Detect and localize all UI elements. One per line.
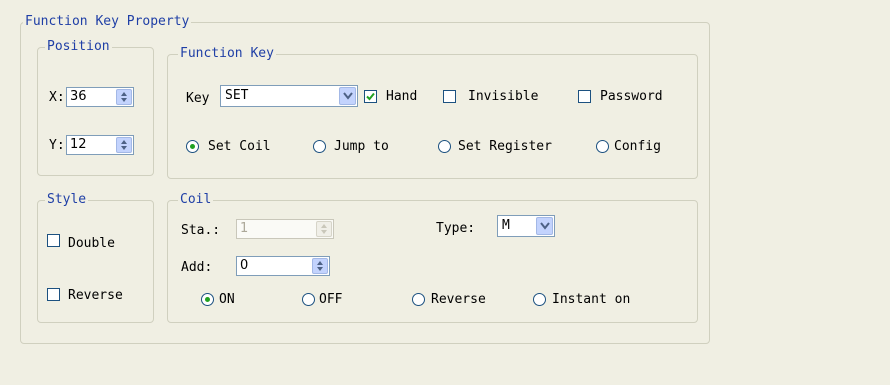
- type-select[interactable]: M: [497, 215, 555, 237]
- jump-to-label[interactable]: Jump to: [334, 139, 389, 155]
- y-label: Y:: [49, 138, 65, 153]
- coil-title: Coil: [180, 192, 212, 207]
- y-value[interactable]: 12: [70, 137, 87, 153]
- reverse-style-checkbox[interactable]: [47, 288, 60, 301]
- style-title: Style: [47, 192, 87, 207]
- hand-label[interactable]: Hand: [386, 89, 417, 105]
- key-select-value: SET: [225, 88, 249, 103]
- config-label[interactable]: Config: [614, 139, 661, 155]
- x-spinner-buttons[interactable]: [116, 89, 132, 105]
- x-label: X:: [49, 90, 65, 105]
- jump-to-radio[interactable]: [313, 140, 326, 153]
- add-value[interactable]: 0: [240, 258, 248, 274]
- key-label: Key: [186, 91, 210, 106]
- y-spinner-buttons[interactable]: [116, 137, 132, 153]
- on-radio[interactable]: [201, 293, 214, 306]
- sta-spinner-buttons: [316, 221, 332, 237]
- set-coil-label[interactable]: Set Coil: [208, 139, 271, 155]
- hand-checkbox[interactable]: [364, 90, 377, 103]
- set-coil-radio[interactable]: [186, 140, 199, 153]
- add-label: Add:: [181, 260, 213, 275]
- y-spinner[interactable]: 12: [66, 135, 134, 155]
- password-label[interactable]: Password: [600, 89, 663, 105]
- key-select-dropdown-icon[interactable]: [339, 87, 356, 105]
- set-register-label[interactable]: Set Register: [458, 139, 552, 155]
- double-label[interactable]: Double: [68, 236, 115, 252]
- add-spinner[interactable]: 0: [236, 256, 330, 276]
- invisible-label[interactable]: Invisible: [468, 89, 538, 105]
- instant-on-label[interactable]: Instant on: [552, 292, 630, 308]
- check-icon: [366, 92, 375, 101]
- x-value[interactable]: 36: [70, 89, 87, 105]
- sta-value: 1: [240, 221, 249, 236]
- config-radio[interactable]: [596, 140, 609, 153]
- reverse-style-label[interactable]: Reverse: [68, 288, 123, 304]
- sta-label: Sta.:: [181, 223, 221, 238]
- type-label: Type:: [436, 221, 476, 236]
- reverse-coil-label[interactable]: Reverse: [431, 292, 486, 308]
- type-select-value: M: [502, 218, 510, 233]
- type-select-dropdown-icon[interactable]: [536, 217, 553, 235]
- reverse-coil-radio[interactable]: [412, 293, 425, 306]
- set-register-radio[interactable]: [438, 140, 451, 153]
- function-key-group: Function Key: [167, 47, 698, 179]
- instant-on-radio[interactable]: [533, 293, 546, 306]
- position-title: Position: [47, 39, 110, 54]
- off-radio[interactable]: [302, 293, 315, 306]
- x-spinner[interactable]: 36: [66, 87, 134, 107]
- double-checkbox[interactable]: [47, 234, 60, 247]
- invisible-checkbox[interactable]: [443, 90, 456, 103]
- password-checkbox[interactable]: [578, 90, 591, 103]
- function-key-title: Function Key: [180, 46, 274, 61]
- off-label[interactable]: OFF: [319, 292, 342, 308]
- function-key-property-title: Function Key Property: [25, 14, 190, 29]
- on-label[interactable]: ON: [219, 292, 235, 308]
- sta-spinner: 1: [236, 219, 334, 239]
- key-select[interactable]: SET: [220, 85, 358, 107]
- add-spinner-buttons[interactable]: [312, 258, 328, 274]
- position-group: Position: [37, 40, 154, 176]
